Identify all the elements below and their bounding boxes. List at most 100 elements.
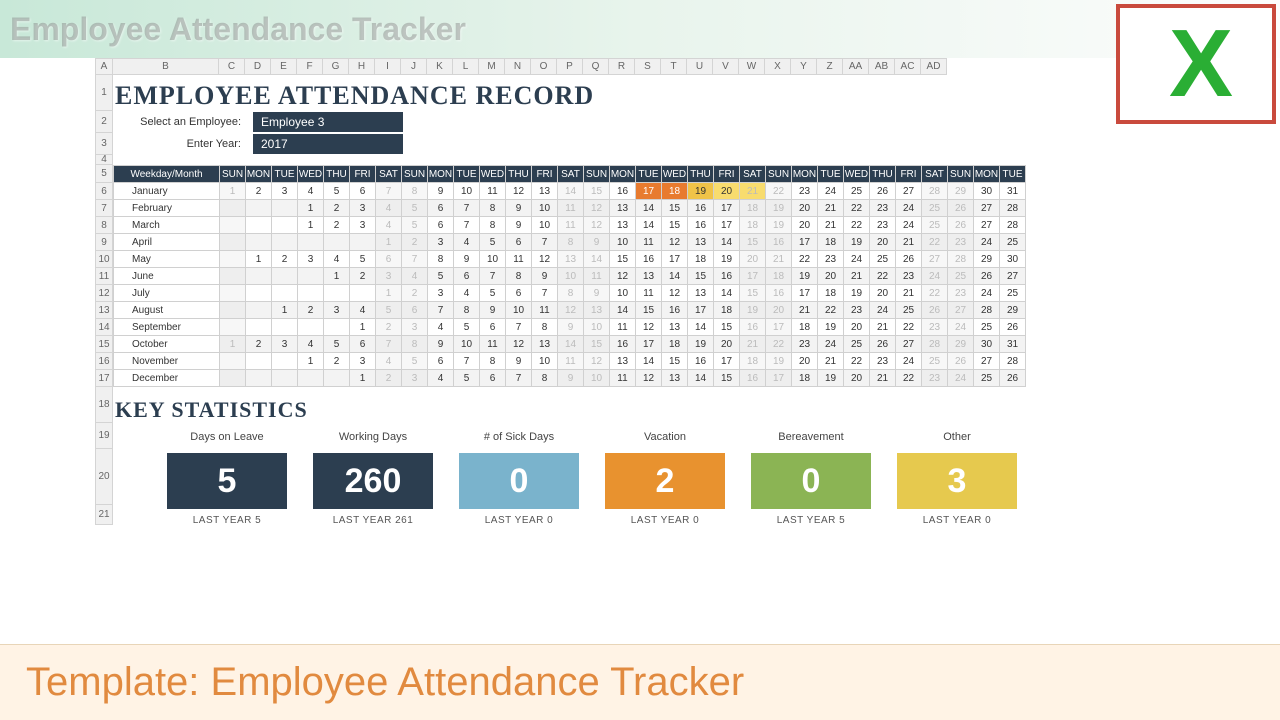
col-header[interactable]: AC — [895, 58, 921, 75]
calendar-cell[interactable]: 4 — [454, 285, 480, 302]
calendar-cell[interactable]: 20 — [792, 353, 818, 370]
calendar-cell[interactable]: 26 — [922, 302, 948, 319]
calendar-cell[interactable]: 2 — [324, 353, 350, 370]
calendar-cell[interactable]: 22 — [870, 268, 896, 285]
calendar-cell[interactable]: 1 — [376, 234, 402, 251]
calendar-cell[interactable]: 9 — [506, 353, 532, 370]
calendar-cell[interactable]: 16 — [636, 251, 662, 268]
calendar-cell[interactable]: 7 — [428, 302, 454, 319]
calendar-cell[interactable]: 10 — [480, 251, 506, 268]
calendar-cell[interactable]: 20 — [714, 336, 740, 353]
calendar-cell[interactable]: 10 — [584, 370, 610, 387]
row-header[interactable]: 13 — [95, 302, 113, 319]
calendar-cell[interactable]: 3 — [376, 268, 402, 285]
calendar-cell[interactable]: 29 — [948, 336, 974, 353]
calendar-cell[interactable]: 2 — [350, 268, 376, 285]
calendar-cell[interactable] — [298, 370, 324, 387]
calendar-cell[interactable]: 25 — [870, 251, 896, 268]
calendar-cell[interactable]: 6 — [350, 336, 376, 353]
calendar-cell[interactable]: 26 — [896, 251, 922, 268]
calendar-cell[interactable] — [272, 285, 298, 302]
row-header[interactable]: 2 — [95, 111, 113, 133]
calendar-cell[interactable]: 23 — [870, 353, 896, 370]
calendar-cell[interactable] — [220, 319, 246, 336]
calendar-cell[interactable]: 4 — [324, 251, 350, 268]
calendar-cell[interactable]: 21 — [740, 336, 766, 353]
calendar-cell[interactable]: 11 — [636, 285, 662, 302]
col-header[interactable]: AB — [869, 58, 895, 75]
calendar-cell[interactable]: 27 — [974, 200, 1000, 217]
calendar-cell[interactable]: 24 — [948, 319, 974, 336]
month-cell[interactable]: May — [114, 251, 220, 268]
calendar-cell[interactable]: 21 — [870, 319, 896, 336]
calendar-cell[interactable]: 25 — [1000, 234, 1026, 251]
calendar-cell[interactable]: 20 — [740, 251, 766, 268]
calendar-cell[interactable]: 21 — [766, 251, 792, 268]
calendar-cell[interactable]: 13 — [610, 353, 636, 370]
row-header[interactable]: 4 — [95, 155, 113, 165]
calendar-cell[interactable]: 18 — [662, 183, 688, 200]
month-cell[interactable]: September — [114, 319, 220, 336]
calendar-cell[interactable]: 26 — [974, 268, 1000, 285]
calendar-cell[interactable]: 12 — [532, 251, 558, 268]
calendar-cell[interactable]: 20 — [870, 234, 896, 251]
calendar-cell[interactable]: 30 — [974, 183, 1000, 200]
col-header[interactable]: E — [271, 58, 297, 75]
calendar-cell[interactable]: 13 — [688, 285, 714, 302]
calendar-cell[interactable]: 5 — [454, 319, 480, 336]
calendar-cell[interactable]: 16 — [662, 302, 688, 319]
calendar-cell[interactable] — [272, 319, 298, 336]
calendar-cell[interactable]: 15 — [740, 234, 766, 251]
calendar-cell[interactable]: 24 — [896, 217, 922, 234]
calendar-cell[interactable]: 1 — [298, 353, 324, 370]
calendar-cell[interactable]: 13 — [688, 234, 714, 251]
calendar-cell[interactable]: 9 — [506, 217, 532, 234]
calendar-cell[interactable]: 22 — [844, 217, 870, 234]
col-header[interactable]: R — [609, 58, 635, 75]
month-cell[interactable]: February — [114, 200, 220, 217]
calendar-cell[interactable]: 15 — [584, 183, 610, 200]
calendar-cell[interactable]: 24 — [818, 336, 844, 353]
calendar-cell[interactable]: 21 — [792, 302, 818, 319]
calendar-cell[interactable]: 19 — [844, 234, 870, 251]
calendar-cell[interactable] — [220, 200, 246, 217]
calendar-cell[interactable]: 17 — [636, 183, 662, 200]
calendar-cell[interactable]: 22 — [844, 200, 870, 217]
calendar-cell[interactable]: 6 — [480, 370, 506, 387]
calendar-cell[interactable]: 8 — [480, 353, 506, 370]
calendar-cell[interactable]: 17 — [792, 285, 818, 302]
calendar-cell[interactable]: 2 — [376, 319, 402, 336]
calendar-cell[interactable]: 17 — [792, 234, 818, 251]
calendar-cell[interactable]: 27 — [1000, 268, 1026, 285]
calendar-cell[interactable]: 18 — [740, 200, 766, 217]
col-header[interactable]: F — [297, 58, 323, 75]
calendar-cell[interactable]: 25 — [896, 302, 922, 319]
calendar-cell[interactable]: 16 — [688, 353, 714, 370]
calendar-cell[interactable]: 27 — [896, 336, 922, 353]
calendar-cell[interactable]: 1 — [324, 268, 350, 285]
calendar-cell[interactable]: 13 — [610, 200, 636, 217]
calendar-cell[interactable]: 1 — [246, 251, 272, 268]
calendar-cell[interactable]: 14 — [636, 353, 662, 370]
calendar-cell[interactable]: 21 — [818, 217, 844, 234]
calendar-cell[interactable]: 12 — [558, 302, 584, 319]
calendar-cell[interactable]: 5 — [454, 370, 480, 387]
calendar-cell[interactable]: 20 — [818, 268, 844, 285]
col-header[interactable]: X — [765, 58, 791, 75]
calendar-cell[interactable] — [272, 234, 298, 251]
calendar-cell[interactable]: 11 — [480, 336, 506, 353]
calendar-cell[interactable]: 16 — [688, 217, 714, 234]
calendar-cell[interactable]: 21 — [896, 285, 922, 302]
calendar-cell[interactable]: 7 — [506, 319, 532, 336]
col-header[interactable]: Z — [817, 58, 843, 75]
calendar-cell[interactable]: 23 — [870, 217, 896, 234]
calendar-cell[interactable]: 1 — [298, 217, 324, 234]
calendar-cell[interactable]: 4 — [376, 217, 402, 234]
calendar-cell[interactable]: 5 — [402, 200, 428, 217]
calendar-cell[interactable]: 9 — [428, 336, 454, 353]
calendar-cell[interactable]: 27 — [974, 353, 1000, 370]
calendar-cell[interactable]: 22 — [922, 234, 948, 251]
calendar-cell[interactable]: 14 — [584, 251, 610, 268]
calendar-cell[interactable]: 4 — [350, 302, 376, 319]
calendar-cell[interactable]: 14 — [636, 200, 662, 217]
